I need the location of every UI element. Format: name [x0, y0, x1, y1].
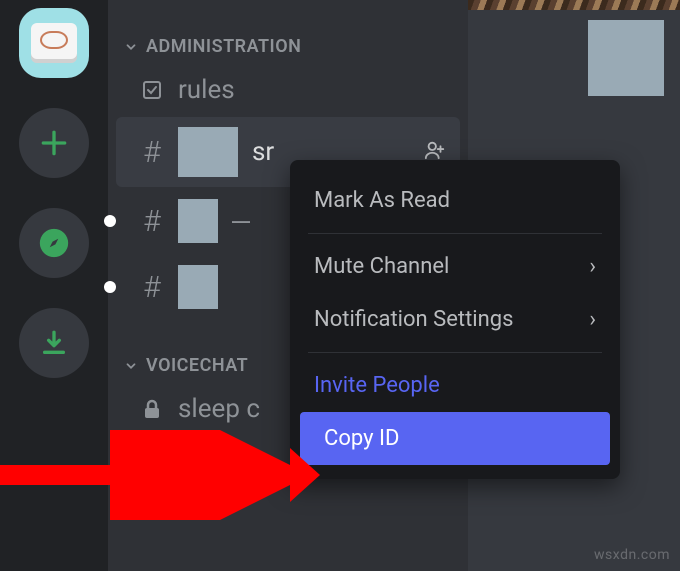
rules-icon	[140, 78, 164, 102]
add-server-button[interactable]	[19, 108, 89, 178]
avatar-placeholder	[588, 20, 664, 96]
channel-name: ─	[232, 206, 250, 237]
category-label: ADMINISTRATION	[146, 36, 301, 57]
chevron-down-icon	[124, 359, 138, 373]
watermark: wsxdn.com	[594, 547, 670, 563]
redacted-block	[178, 265, 218, 309]
menu-copy-id[interactable]: Copy ID	[300, 412, 610, 465]
menu-label: Mark As Read	[314, 188, 450, 213]
hash-icon: #	[140, 135, 164, 170]
menu-label: Notification Settings	[314, 307, 514, 332]
download-icon	[38, 327, 70, 359]
menu-label: Mute Channel	[314, 254, 449, 279]
server-icon-selected[interactable]	[19, 8, 89, 78]
chevron-right-icon: ›	[589, 254, 596, 279]
hash-icon: #	[140, 204, 164, 239]
menu-mark-as-read[interactable]: Mark As Read	[290, 174, 620, 227]
chevron-down-icon	[124, 40, 138, 54]
menu-notification-settings[interactable]: Notification Settings ›	[290, 293, 620, 346]
category-label: VOICECHAT	[146, 355, 248, 376]
menu-invite-people[interactable]: Invite People	[290, 359, 620, 412]
chevron-right-icon: ›	[589, 307, 596, 332]
download-button[interactable]	[19, 308, 89, 378]
channel-rules[interactable]: rules	[116, 65, 460, 115]
menu-label: Copy ID	[324, 426, 399, 451]
menu-label: Invite People	[314, 373, 440, 398]
menu-mute-channel[interactable]: Mute Channel ›	[290, 240, 620, 293]
explore-button[interactable]	[19, 208, 89, 278]
compass-icon	[37, 226, 71, 260]
plus-icon	[38, 127, 70, 159]
category-header-administration[interactable]: ADMINISTRATION	[108, 30, 468, 63]
redacted-block	[178, 127, 238, 177]
channel-name: sleep c	[178, 394, 260, 424]
menu-separator	[308, 352, 602, 353]
channel-name: rules	[178, 75, 235, 105]
server-rail	[0, 0, 108, 571]
channel-name: sr	[252, 137, 274, 167]
unread-pill	[104, 215, 116, 227]
server-banner	[468, 0, 680, 10]
keycap-icon	[31, 23, 77, 63]
redacted-block	[178, 199, 218, 243]
lock-icon	[140, 397, 164, 421]
channel-context-menu: Mark As Read Mute Channel › Notification…	[290, 160, 620, 479]
menu-separator	[308, 233, 602, 234]
hash-icon: #	[140, 270, 164, 305]
unread-pill	[104, 281, 116, 293]
